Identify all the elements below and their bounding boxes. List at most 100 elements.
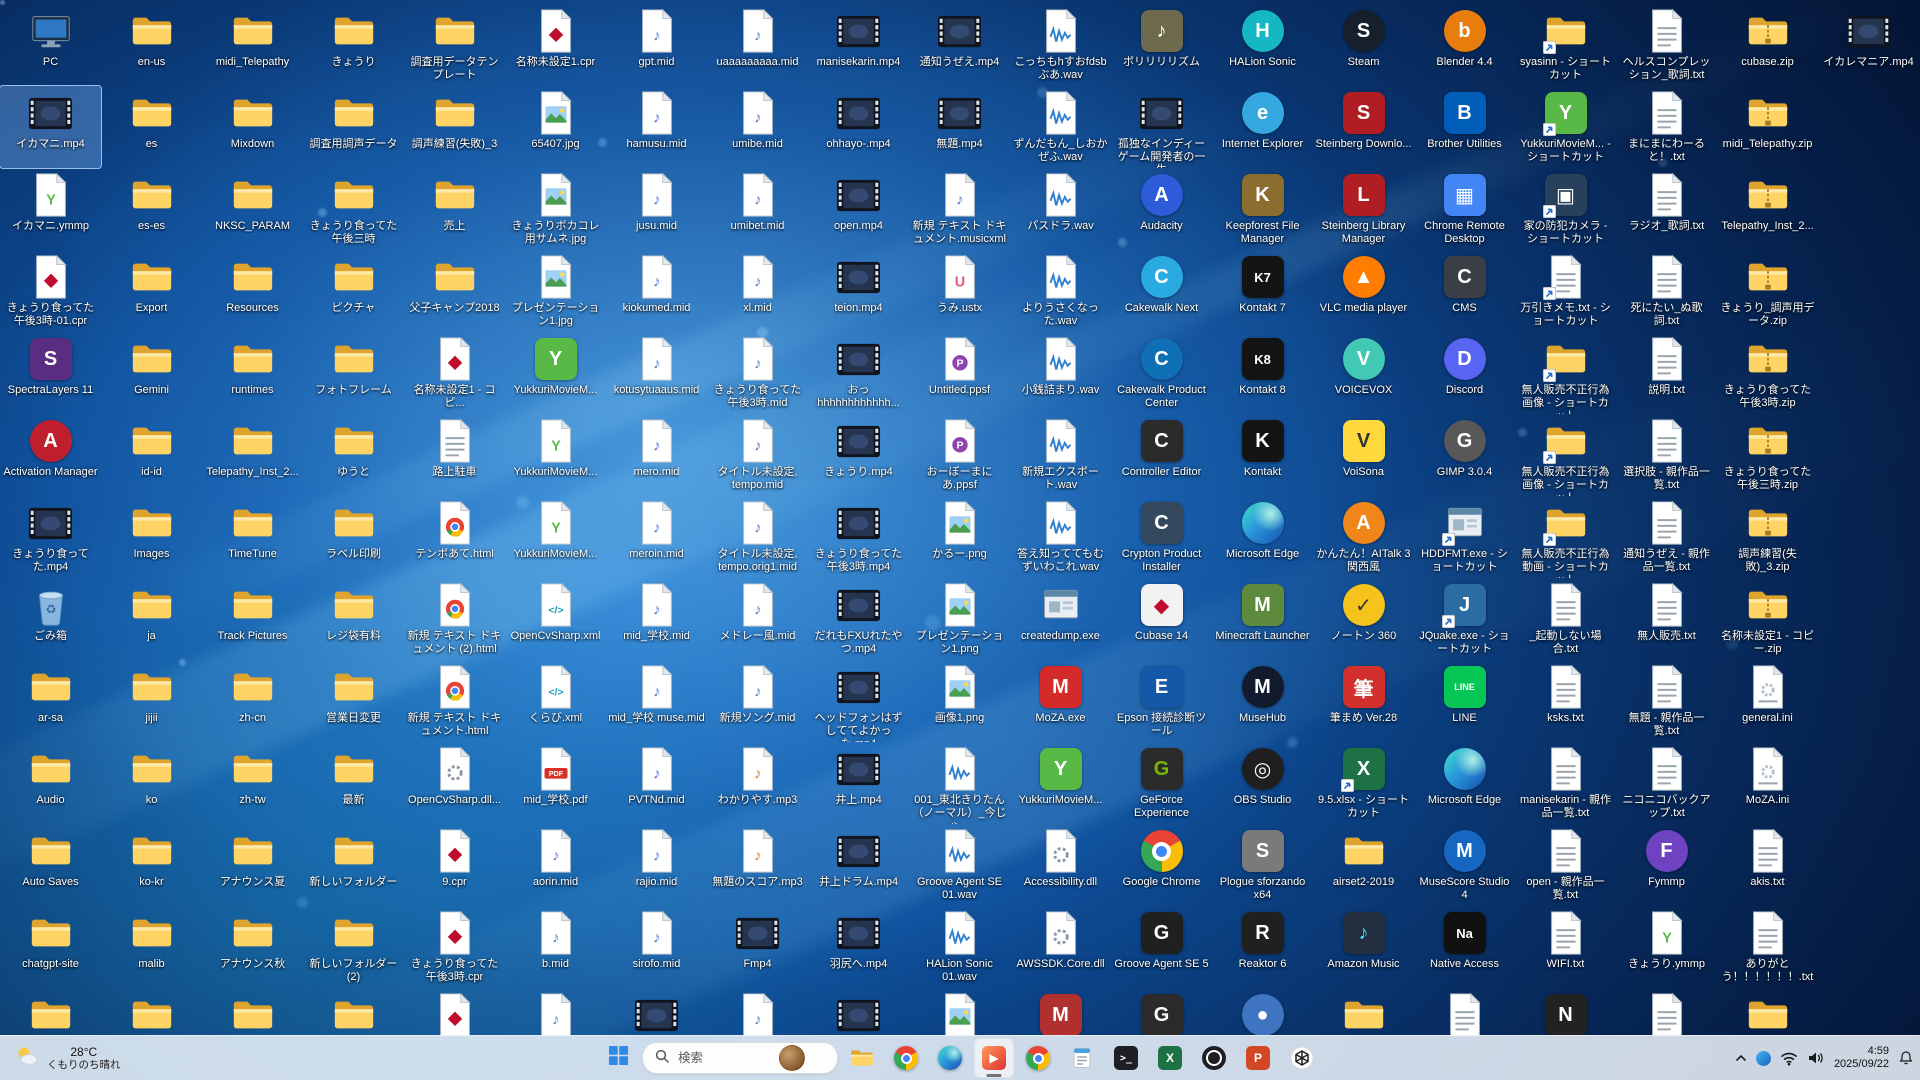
desktop-icon[interactable]: ♪mero.mid <box>606 414 707 496</box>
desktop-icon[interactable]: ゆうと <box>303 414 404 496</box>
desktop-icon[interactable]: 名称未設定1 - コピ... <box>404 332 505 414</box>
desktop-icon[interactable]: CCMS <box>1414 250 1515 332</box>
desktop-icon[interactable]: 調査用調声データ <box>303 86 404 168</box>
desktop-icon[interactable]: ♪メドレー風.mid <box>707 578 808 660</box>
desktop-icon[interactable]: DDiscord <box>1414 332 1515 414</box>
desktop-icon[interactable]: Auto Saves <box>0 824 101 906</box>
desktop-icon[interactable]: ko-kr <box>101 824 202 906</box>
desktop-icon[interactable]: SSteinberg Downlo... <box>1313 86 1414 168</box>
desktop-icon[interactable]: ♪xl.mid <box>707 250 808 332</box>
desktop-icon[interactable]: open.mp4 <box>808 168 909 250</box>
desktop-icon[interactable]: ♪新規ソング.mid <box>707 660 808 742</box>
desktop-icon[interactable]: ◆Cubase 14 <box>1111 578 1212 660</box>
desktop-icon[interactable]: ▣家の防犯カメラ - ショートカット <box>1515 168 1616 250</box>
desktop-icon[interactable]: 井上ドラム.mp4 <box>808 824 909 906</box>
desktop-icon[interactable]: 路上駐車 <box>404 414 505 496</box>
desktop-icon[interactable]: きょうりボカコレ用サムネ.jpg <box>505 168 606 250</box>
desktop-icon[interactable]: MMuseScore Studio 4 <box>1414 824 1515 906</box>
desktop-icon[interactable]: きょうり食ってた午後3時.cpr <box>404 906 505 988</box>
desktop-icon[interactable]: 説明.txt <box>1616 332 1717 414</box>
desktop-icon[interactable]: akis.txt <box>1717 824 1818 906</box>
desktop-icon[interactable]: airset2-2019 <box>1313 824 1414 906</box>
desktop-icon[interactable]: GGroove Agent SE 5 <box>1111 906 1212 988</box>
search-input[interactable] <box>676 1050 772 1066</box>
desktop-icon[interactable]: Audio <box>0 742 101 824</box>
desktop-icon[interactable]: 調声練習(失敗)_3 <box>404 86 505 168</box>
desktop-icon[interactable]: ♪新規 テキスト ドキュメント.musicxml <box>909 168 1010 250</box>
taskbar-app-powerpoint[interactable]: P <box>1238 1038 1278 1078</box>
desktop-icon[interactable]: jijii <box>101 660 202 742</box>
desktop-icon[interactable]: JJQuake.exe - ショートカット <box>1414 578 1515 660</box>
desktop-icon[interactable]: ♪uaaaaaaaaa.mid <box>707 4 808 86</box>
desktop-icon[interactable]: ♪umibe.mid <box>707 86 808 168</box>
desktop-icon[interactable]: syasinn - ショートカット <box>1515 4 1616 86</box>
desktop-icon[interactable]: SPlogue sforzando x64 <box>1212 824 1313 906</box>
desktop-icon[interactable]: Telepathy_Inst_2... <box>202 414 303 496</box>
taskbar-app-notepad[interactable] <box>1062 1038 1102 1078</box>
desktop-icon[interactable]: ♪kiokumed.mid <box>606 250 707 332</box>
desktop-icon[interactable]: WIFI.txt <box>1515 906 1616 988</box>
desktop-icon[interactable]: LINELINE <box>1414 660 1515 742</box>
desktop-icon[interactable]: ♪わかりやす.mp3 <box>707 742 808 824</box>
desktop-icon[interactable]: 名称未設定1.cpr <box>505 4 606 86</box>
desktop-icon[interactable]: 65407.jpg <box>505 86 606 168</box>
desktop-icon[interactable]: open - 親作品一覧.txt <box>1515 824 1616 906</box>
desktop-icon[interactable]: ニコニコバックアップ.txt <box>1616 742 1717 824</box>
desktop-icon[interactable]: 無人販売.txt <box>1616 578 1717 660</box>
notification-bell-icon[interactable] <box>1898 1050 1914 1066</box>
desktop-icon[interactable]: GGIMP 3.0.4 <box>1414 414 1515 496</box>
desktop-icon[interactable]: きょうり食ってた午後三時 <box>303 168 404 250</box>
desktop-icon[interactable]: manisekarin.mp4 <box>808 4 909 86</box>
desktop-icon[interactable]: MoZA.ini <box>1717 742 1818 824</box>
desktop-icon[interactable]: ◎OBS Studio <box>1212 742 1313 824</box>
desktop-icon[interactable]: プレゼンテーション1.png <box>909 578 1010 660</box>
desktop-icon[interactable]: NaNative Access <box>1414 906 1515 988</box>
desktop-icon[interactable]: 孤独なインディーゲーム開発者の一生 <box>1111 86 1212 168</box>
volume-icon[interactable] <box>1807 1051 1825 1065</box>
desktop-icon[interactable]: 通知うぜえ - 親作品一覧.txt <box>1616 496 1717 578</box>
desktop-icon[interactable]: AWSSDK.Core.dll <box>1010 906 1111 988</box>
desktop-icon[interactable]: 無人販売不正行為画像 - ショートカット <box>1515 414 1616 496</box>
desktop-icon[interactable]: ♪タイトル未設定, tempo.orig1.mid <box>707 496 808 578</box>
desktop-icon[interactable]: ♪rajio.mid <box>606 824 707 906</box>
desktop-icon[interactable]: イカマニ.mp4 <box>0 86 101 168</box>
desktop-icon[interactable]: Mixdown <box>202 86 303 168</box>
taskbar-clock[interactable]: 4:59 2025/09/22 <box>1834 1045 1889 1072</box>
desktop-icon[interactable]: createdump.exe <box>1010 578 1111 660</box>
desktop-icon[interactable]: YYukkuriMovieM... - ショートカット <box>1515 86 1616 168</box>
taskbar-app-terminal[interactable]: >_ <box>1106 1038 1146 1078</box>
desktop-icon[interactable]: 小銭詰まり.wav <box>1010 332 1111 414</box>
desktop-icon[interactable]: ♪b.mid <box>505 906 606 988</box>
desktop-icon[interactable]: ラジオ_歌詞.txt <box>1616 168 1717 250</box>
desktop-icon[interactable]: 羽尻へ.mp4 <box>808 906 909 988</box>
desktop-icon[interactable]: ♪mid_学校 muse.mid <box>606 660 707 742</box>
desktop-icon[interactable]: Google Chrome <box>1111 824 1212 906</box>
taskbar-app-microsoft-edge[interactable] <box>930 1038 970 1078</box>
desktop-icon[interactable]: CCakewalk Next <box>1111 250 1212 332</box>
desktop-icon[interactable]: ko <box>101 742 202 824</box>
desktop-icon[interactable]: cubase.zip <box>1717 4 1818 86</box>
desktop-icon[interactable]: Images <box>101 496 202 578</box>
desktop-icon[interactable]: zh-tw <box>202 742 303 824</box>
desktop-icon[interactable]: SSteam <box>1313 4 1414 86</box>
taskbar-app-obs-studio[interactable] <box>1194 1038 1234 1078</box>
desktop-icon[interactable]: NKSC_PARAM <box>202 168 303 250</box>
desktop-icon[interactable]: 新しいフォルダー (2) <box>303 906 404 988</box>
desktop-icon[interactable]: Telepathy_Inst_2... <box>1717 168 1818 250</box>
desktop-icon[interactable]: アナウンス夏 <box>202 824 303 906</box>
desktop-icon[interactable]: きょうり <box>303 4 404 86</box>
desktop-icon[interactable]: きょうり食ってた午後3時.zip <box>1717 332 1818 414</box>
desktop-icon[interactable]: CController Editor <box>1111 414 1212 496</box>
desktop-icon[interactable]: ♪jusu.mid <box>606 168 707 250</box>
desktop-icon[interactable]: アナウンス秋 <box>202 906 303 988</box>
desktop-icon[interactable]: ♪aorin.mid <box>505 824 606 906</box>
desktop-icon[interactable]: Yイカマニ.ymmp <box>0 168 101 250</box>
desktop-icon[interactable]: FFymmp <box>1616 824 1717 906</box>
desktop-icon[interactable]: Track Pictures <box>202 578 303 660</box>
desktop-icon[interactable]: KKeepforest File Manager <box>1212 168 1313 250</box>
desktop-icon[interactable]: teion.mp4 <box>808 250 909 332</box>
desktop-icon[interactable]: ksks.txt <box>1515 660 1616 742</box>
desktop-icon[interactable]: ヘッドフォンはずしててよかった.mp4 <box>808 660 909 742</box>
desktop-icon[interactable]: eInternet Explorer <box>1212 86 1313 168</box>
desktop-icon[interactable]: YYukkuriMovieM... <box>505 496 606 578</box>
